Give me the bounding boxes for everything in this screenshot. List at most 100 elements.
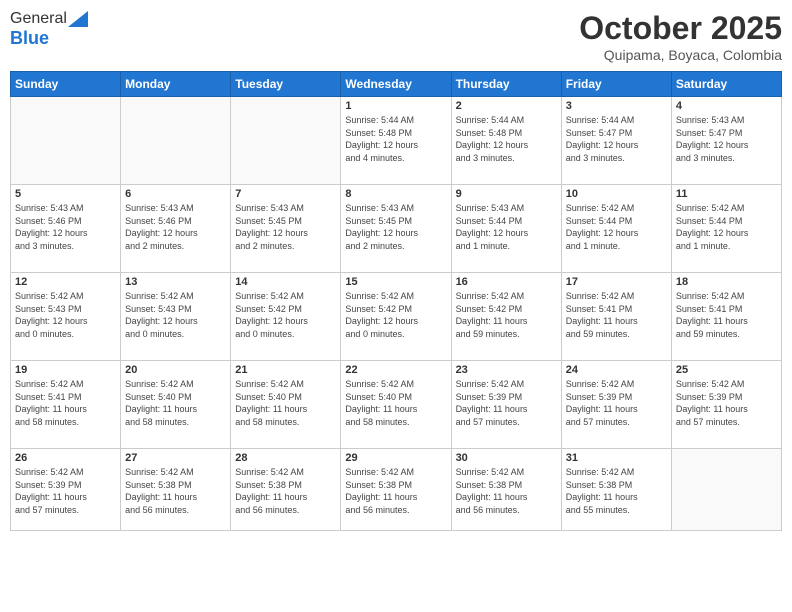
table-row: 30 Sunrise: 5:42 AMSunset: 5:38 PMDayligh…: [451, 449, 561, 531]
day-number: 18: [676, 276, 777, 288]
table-row: [11, 97, 121, 185]
day-number: 17: [566, 276, 667, 288]
page: General Blue October 2025 Quipama, Boyac…: [0, 0, 792, 612]
table-row: 24Sunrise: 5:42 AMSunset: 5:39 PMDayligh…: [561, 361, 671, 449]
day-info: Sunrise: 5:43 AMSunset: 5:45 PMDaylight:…: [235, 202, 336, 252]
title-block: October 2025 Quipama, Boyaca, Colombia: [579, 10, 782, 63]
day-info: Sunrise: 5:43 AMSunset: 5:46 PMDaylight:…: [125, 202, 226, 252]
table-row: 6Sunrise: 5:43 AMSunset: 5:46 PMDaylight…: [121, 185, 231, 273]
table-row: 28 Sunrise: 5:42 AMSunset: 5:38 PMDayligh…: [231, 449, 341, 531]
calendar-week-row: 19 Sunrise: 5:42 AMSunset: 5:41 PMDayligh…: [11, 361, 782, 449]
day-number: 20: [125, 364, 226, 376]
table-row: 9 Sunrise: 5:43 AMSunset: 5:44 PMDaylight…: [451, 185, 561, 273]
day-info: Sunrise: 5:42 AMSunset: 5:38 PMDaylight:…: [125, 466, 226, 516]
table-row: 16Sunrise: 5:42 AMSunset: 5:42 PMDayligh…: [451, 273, 561, 361]
table-row: 10 Sunrise: 5:42 AMSunset: 5:44 PMDayligh…: [561, 185, 671, 273]
day-number: 4: [676, 100, 777, 112]
day-number: 5: [15, 188, 116, 200]
calendar-week-row: 12 Sunrise: 5:42 AMSunset: 5:43 PMDayligh…: [11, 273, 782, 361]
table-row: [671, 449, 781, 531]
day-info: Sunrise: 5:42 AMSunset: 5:43 PMDaylight:…: [15, 290, 116, 340]
day-number: 1: [345, 100, 446, 112]
table-row: 29 Sunrise: 5:42 AMSunset: 5:38 PMDayligh…: [341, 449, 451, 531]
header: General Blue October 2025 Quipama, Boyac…: [10, 10, 782, 63]
day-info: Sunrise: 5:42 AMSunset: 5:42 PMDaylight:…: [235, 290, 336, 340]
logo-icon: [68, 11, 88, 27]
day-info: Sunrise: 5:42 AMSunset: 5:39 PMDaylight:…: [676, 378, 777, 428]
table-row: 2Sunrise: 5:44 AMSunset: 5:48 PMDaylight…: [451, 97, 561, 185]
table-row: 7 Sunrise: 5:43 AMSunset: 5:45 PMDaylight…: [231, 185, 341, 273]
table-row: 4 Sunrise: 5:43 AMSunset: 5:47 PMDaylight…: [671, 97, 781, 185]
table-row: 13 Sunrise: 5:42 AMSunset: 5:43 PMDayligh…: [121, 273, 231, 361]
day-info: Sunrise: 5:42 AMSunset: 5:44 PMDaylight:…: [676, 202, 777, 252]
col-monday: Monday: [121, 72, 231, 97]
col-wednesday: Wednesday: [341, 72, 451, 97]
day-info: Sunrise: 5:42 AMSunset: 5:38 PMDaylight:…: [456, 466, 557, 516]
table-row: 31Sunrise: 5:42 AMSunset: 5:38 PMDayligh…: [561, 449, 671, 531]
day-number: 21: [235, 364, 336, 376]
day-number: 8: [345, 188, 446, 200]
day-number: 10: [566, 188, 667, 200]
table-row: 8 Sunrise: 5:43 AMSunset: 5:45 PMDaylight…: [341, 185, 451, 273]
day-number: 22: [345, 364, 446, 376]
day-info: Sunrise: 5:44 AMSunset: 5:48 PMDaylight:…: [456, 114, 557, 164]
table-row: 12 Sunrise: 5:42 AMSunset: 5:43 PMDayligh…: [11, 273, 121, 361]
day-info: Sunrise: 5:42 AMSunset: 5:39 PMDaylight:…: [456, 378, 557, 428]
day-info: Sunrise: 5:42 AMSunset: 5:44 PMDaylight:…: [566, 202, 667, 252]
table-row: 1 Sunrise: 5:44 AMSunset: 5:48 PMDaylight…: [341, 97, 451, 185]
day-info: Sunrise: 5:42 AMSunset: 5:39 PMDaylight:…: [566, 378, 667, 428]
day-info: Sunrise: 5:42 AMSunset: 5:41 PMDaylight:…: [15, 378, 116, 428]
day-number: 28: [235, 452, 336, 464]
day-number: 23: [456, 364, 557, 376]
day-number: 13: [125, 276, 226, 288]
day-number: 12: [15, 276, 116, 288]
day-info: Sunrise: 5:42 AMSunset: 5:39 PMDaylight:…: [15, 466, 116, 516]
calendar-week-row: 5 Sunrise: 5:43 AMSunset: 5:46 PMDaylight…: [11, 185, 782, 273]
day-number: 30: [456, 452, 557, 464]
col-sunday: Sunday: [11, 72, 121, 97]
day-info: Sunrise: 5:42 AMSunset: 5:40 PMDaylight:…: [125, 378, 226, 428]
day-number: 7: [235, 188, 336, 200]
logo-general-text: General: [10, 10, 67, 28]
day-number: 19: [15, 364, 116, 376]
table-row: 19 Sunrise: 5:42 AMSunset: 5:41 PMDayligh…: [11, 361, 121, 449]
col-thursday: Thursday: [451, 72, 561, 97]
day-info: Sunrise: 5:42 AMSunset: 5:42 PMDaylight:…: [345, 290, 446, 340]
day-info: Sunrise: 5:42 AMSunset: 5:41 PMDaylight:…: [676, 290, 777, 340]
day-info: Sunrise: 5:43 AMSunset: 5:46 PMDaylight:…: [15, 202, 116, 252]
day-info: Sunrise: 5:43 AMSunset: 5:44 PMDaylight:…: [456, 202, 557, 252]
day-info: Sunrise: 5:42 AMSunset: 5:38 PMDaylight:…: [345, 466, 446, 516]
day-info: Sunrise: 5:42 AMSunset: 5:38 PMDaylight:…: [235, 466, 336, 516]
day-info: Sunrise: 5:42 AMSunset: 5:38 PMDaylight:…: [566, 466, 667, 516]
table-row: 21Sunrise: 5:42 AMSunset: 5:40 PMDayligh…: [231, 361, 341, 449]
table-row: 3Sunrise: 5:44 AMSunset: 5:47 PMDaylight…: [561, 97, 671, 185]
day-number: 16: [456, 276, 557, 288]
day-number: 26: [15, 452, 116, 464]
table-row: 11 Sunrise: 5:42 AMSunset: 5:44 PMDayligh…: [671, 185, 781, 273]
day-info: Sunrise: 5:43 AMSunset: 5:45 PMDaylight:…: [345, 202, 446, 252]
day-number: 9: [456, 188, 557, 200]
col-saturday: Saturday: [671, 72, 781, 97]
logo-blue-text: Blue: [10, 28, 49, 48]
day-number: 15: [345, 276, 446, 288]
day-number: 11: [676, 188, 777, 200]
table-row: 25Sunrise: 5:42 AMSunset: 5:39 PMDayligh…: [671, 361, 781, 449]
day-number: 29: [345, 452, 446, 464]
day-number: 14: [235, 276, 336, 288]
table-row: 26 Sunrise: 5:42 AMSunset: 5:39 PMDayligh…: [11, 449, 121, 531]
table-row: 20 Sunrise: 5:42 AMSunset: 5:40 PMDayligh…: [121, 361, 231, 449]
logo: General Blue: [10, 10, 88, 49]
table-row: 17 Sunrise: 5:42 AMSunset: 5:41 PMDayligh…: [561, 273, 671, 361]
calendar-table: Sunday Monday Tuesday Wednesday Thursday…: [10, 71, 782, 531]
day-info: Sunrise: 5:43 AMSunset: 5:47 PMDaylight:…: [676, 114, 777, 164]
day-info: Sunrise: 5:44 AMSunset: 5:48 PMDaylight:…: [345, 114, 446, 164]
calendar-week-row: 1 Sunrise: 5:44 AMSunset: 5:48 PMDaylight…: [11, 97, 782, 185]
day-info: Sunrise: 5:42 AMSunset: 5:43 PMDaylight:…: [125, 290, 226, 340]
day-number: 3: [566, 100, 667, 112]
day-info: Sunrise: 5:42 AMSunset: 5:41 PMDaylight:…: [566, 290, 667, 340]
table-row: 22 Sunrise: 5:42 AMSunset: 5:40 PMDayligh…: [341, 361, 451, 449]
table-row: 14 Sunrise: 5:42 AMSunset: 5:42 PMDayligh…: [231, 273, 341, 361]
day-info: Sunrise: 5:42 AMSunset: 5:40 PMDaylight:…: [345, 378, 446, 428]
table-row: 23 Sunrise: 5:42 AMSunset: 5:39 PMDayligh…: [451, 361, 561, 449]
calendar-week-row: 26 Sunrise: 5:42 AMSunset: 5:39 PMDayligh…: [11, 449, 782, 531]
